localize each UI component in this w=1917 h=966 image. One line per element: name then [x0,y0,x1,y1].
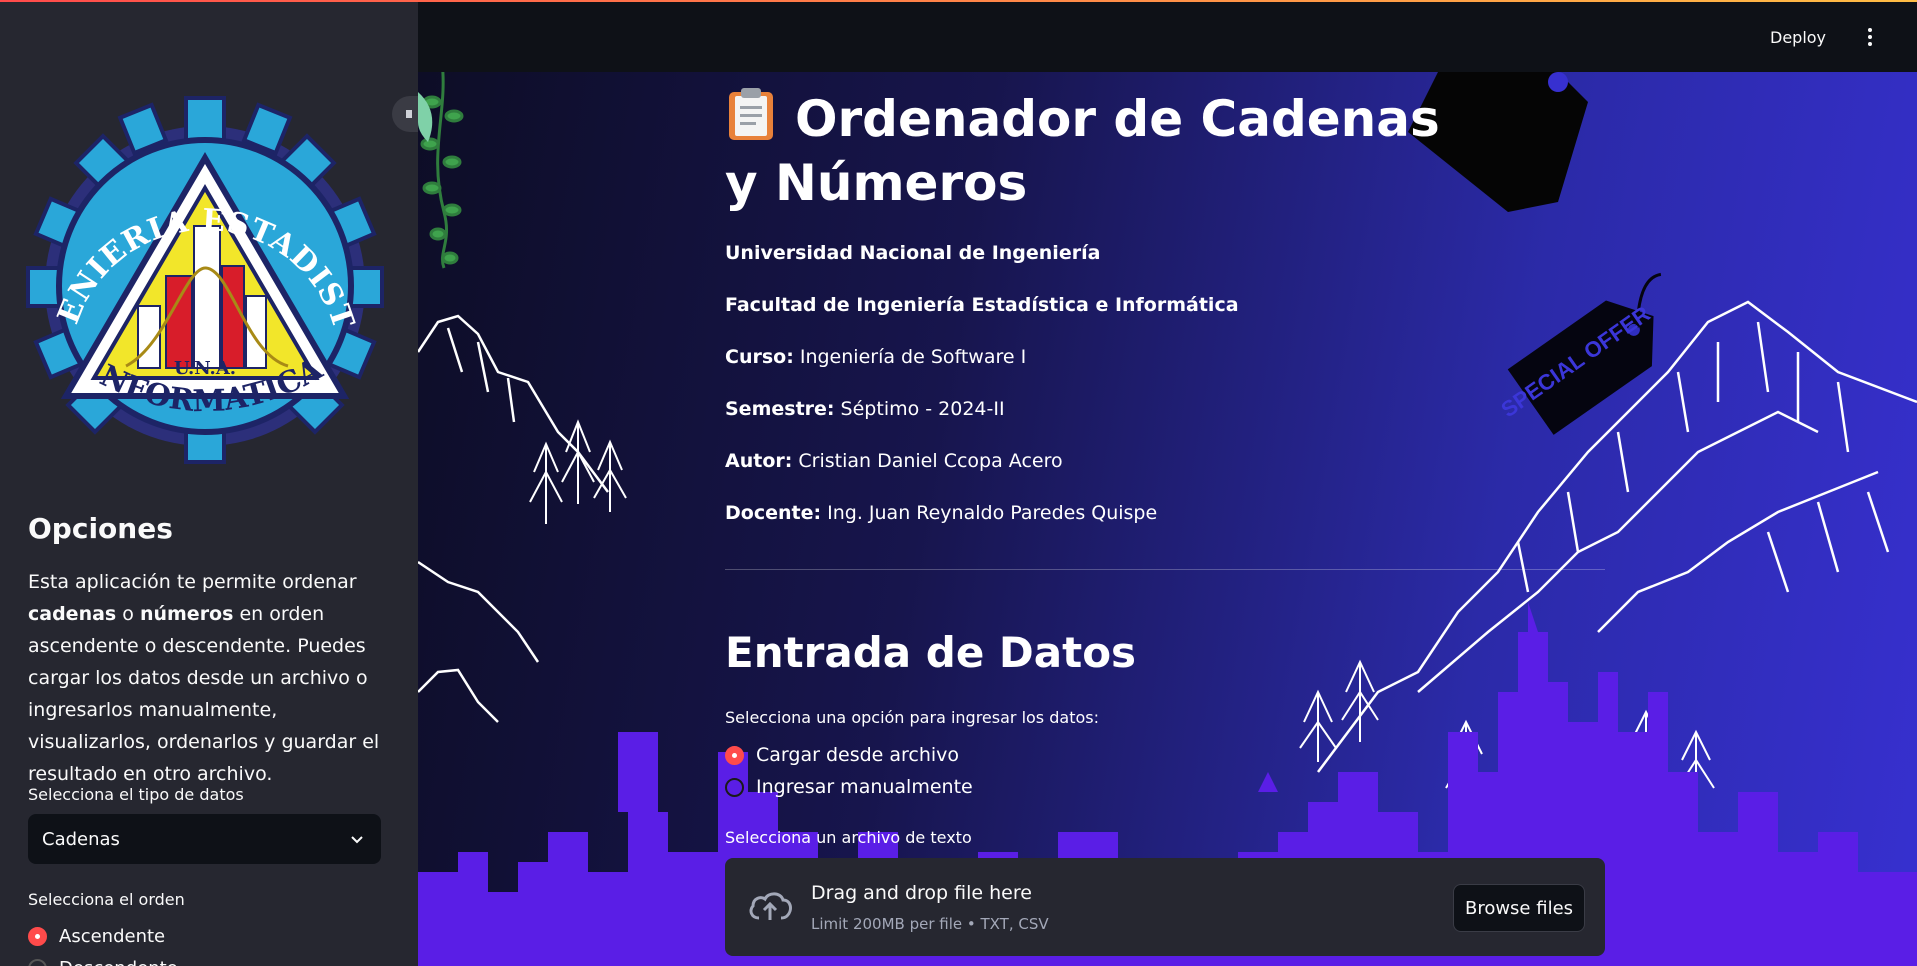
university-line: Universidad Nacional de Ingeniería [725,242,1100,264]
radio-selected-icon[interactable] [725,745,744,765]
desc-bold: cadenas [28,603,117,625]
course-line: Curso: Ingeniería de Software I [725,346,1026,368]
app-header [418,0,1917,72]
author-label: Autor: [725,450,793,472]
input-radio-manual[interactable]: Ingresar manualmente [725,776,973,798]
data-type-select[interactable]: Cadenas [28,814,381,864]
page-title-text: Ordenador de Cadenas y Números [725,90,1440,212]
section-title: Entrada de Datos [725,628,1137,677]
page-title: Ordenador de Cadenas y Números [725,86,1445,215]
course-label: Curso: [725,346,794,368]
order-radio-descendente[interactable]: Descendente [28,958,178,966]
teacher-value: Ing. Juan Reynaldo Paredes Quispe [821,502,1158,524]
desc-text: o [116,603,140,625]
desc-text: en orden ascendente o descendente. Puede… [28,603,380,785]
semester-label: Semestre: [725,398,835,420]
radio-unselected-icon[interactable] [28,959,47,966]
semester-value: Séptimo - 2024-II [834,398,1005,420]
chevron-down-icon [351,836,363,844]
plant-icon [418,72,464,269]
data-type-value: Cadenas [42,828,120,850]
course-value: Ingeniería de Software I [793,346,1027,368]
file-label: Selecciona un archivo de texto [725,828,972,847]
input-option-label: Cargar desde archivo [756,744,960,766]
semester-line: Semestre: Séptimo - 2024-II [725,398,1005,420]
data-type-label: Selecciona el tipo de datos [28,785,244,804]
main-menu-icon[interactable] [1864,24,1876,50]
divider [725,569,1605,570]
order-option-label: Descendente [59,958,178,966]
deploy-button[interactable]: Deploy [1770,28,1826,47]
clipboard-icon [729,88,773,140]
input-prompt: Selecciona una opción para ingresar los … [725,708,1099,727]
teacher-line: Docente: Ing. Juan Reynaldo Paredes Quis… [725,502,1157,524]
dropzone-subtitle: Limit 200MB per file • TXT, CSV [811,915,1049,933]
dropzone-title: Drag and drop file here [811,882,1032,904]
faculty-line: Facultad de Ingeniería Estadística e Inf… [725,294,1239,316]
desc-bold: números [139,603,234,625]
university-text: Universidad Nacional de Ingeniería [725,242,1101,264]
browse-files-button[interactable]: Browse files [1453,884,1585,932]
left-mountains-icon [418,314,609,723]
cloud-upload-icon [749,892,792,920]
sidebar: INGENIERIA ESTADISTICA U.N.A. INFORMATIC… [0,0,418,966]
order-label: Selecciona el orden [28,890,185,909]
logo-text-mid: U.N.A. [174,358,236,379]
order-radio-ascendente[interactable]: Ascendente [28,926,165,947]
top-accent-line [0,0,1917,2]
faculty-text: Facultad de Ingeniería Estadística e Inf… [725,294,1239,316]
radio-unselected-icon[interactable] [725,777,744,797]
file-dropzone[interactable]: Drag and drop file here Limit 200MB per … [725,858,1605,956]
author-value: Cristian Daniel Ccopa Acero [792,450,1063,472]
main-content: SPECIAL OFFER Ordenador de Cadenas y Núm… [418,72,1917,966]
desc-text: Esta aplicación te permite ordenar [28,571,357,593]
special-offer-tag-icon: SPECIAL OFFER [1496,272,1662,435]
sidebar-title: Opciones [28,512,173,545]
input-option-label: Ingresar manualmente [756,776,973,798]
order-option-label: Ascendente [59,926,166,947]
author-line: Autor: Cristian Daniel Ccopa Acero [725,450,1063,472]
teacher-label: Docente: [725,502,822,524]
una-logo: INGENIERIA ESTADISTICA U.N.A. INFORMATIC… [26,96,384,464]
radio-selected-icon[interactable] [28,927,47,946]
sidebar-description: Esta aplicación te permite ordenar caden… [28,566,390,790]
input-radio-archivo[interactable]: Cargar desde archivo [725,744,959,766]
pine-trees-icon [529,419,627,524]
